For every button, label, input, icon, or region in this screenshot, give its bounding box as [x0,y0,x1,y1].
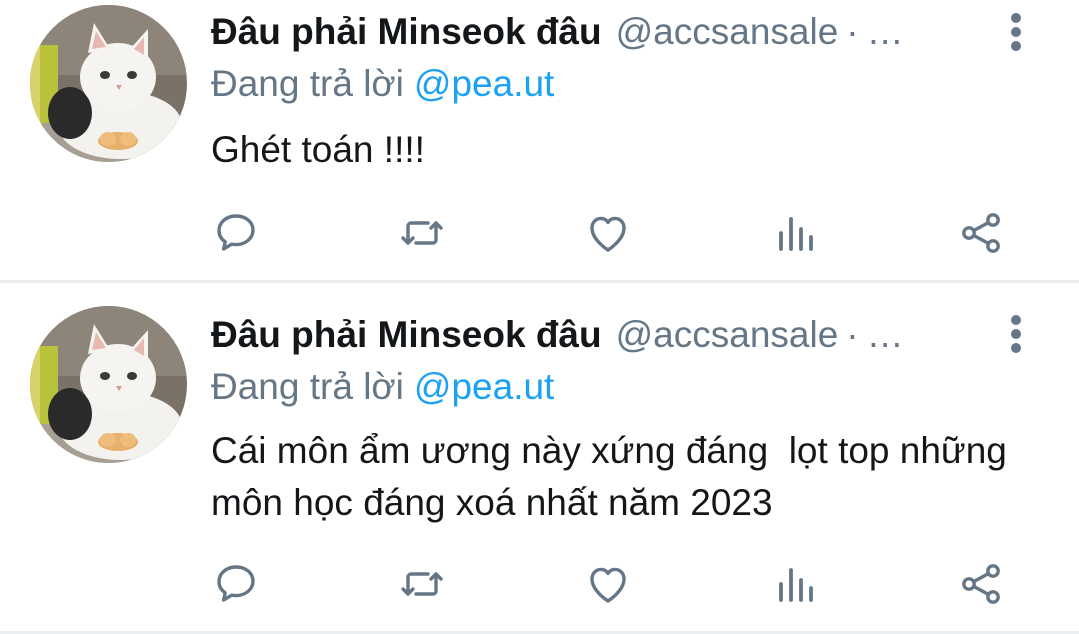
truncation-ellipsis: … [866,11,904,52]
views-button[interactable] [765,203,825,263]
like-button[interactable] [578,554,638,614]
tweet-actions [0,554,1079,614]
display-name[interactable]: Đâu phải Minseok đâu [211,314,602,355]
retweet-button[interactable] [392,203,452,263]
more-options-button[interactable] [1000,310,1032,358]
share-button[interactable] [951,554,1011,614]
replying-to: Đang trả lời @pea.ut [211,62,554,106]
tweet-text: Ghét toán !!!! [211,129,425,170]
speech-bubble-icon [217,565,255,602]
tweet-text: Cái môn ẩm ương này xứng đáng lọt top nh… [211,430,1018,523]
tweet-header: Đâu phải Minseok đâu @accsansale ·… [211,313,981,357]
display-name[interactable]: Đâu phải Minseok đâu [211,11,602,52]
avatar[interactable] [30,306,187,463]
reply-button[interactable] [206,203,266,263]
bar-chart-icon [779,217,813,251]
vertical-dots-icon [1011,13,1021,23]
heart-icon [590,216,626,252]
tweet-card[interactable]: Đâu phải Minseok đâu @accsansale ·… Đang t… [0,283,1079,632]
share-nodes-icon [962,213,1000,253]
user-handle[interactable]: @accsansale [616,314,839,355]
reply-to-link[interactable]: @pea.ut [414,366,554,407]
separator-dot: · [846,11,859,52]
more-options-button[interactable] [1000,8,1032,56]
reply-to-link[interactable]: @pea.ut [414,63,554,104]
tweet-card[interactable]: Đâu phải Minseok đâu @accsansale ·… Đang t… [0,0,1079,280]
tweet-actions [0,203,1079,263]
share-nodes-icon [962,564,1000,604]
tweet-timeline: Đâu phải Minseok đâu @accsansale ·… Đang t… [0,0,1079,634]
separator-dot: · [846,314,859,355]
cat-avatar-image [30,306,187,463]
cat-avatar-image [30,5,187,162]
user-handle[interactable]: @accsansale [616,11,839,52]
views-button[interactable] [765,554,825,614]
speech-bubble-icon [217,214,255,251]
tweet-header: Đâu phải Minseok đâu @accsansale ·… [211,10,981,54]
share-button[interactable] [951,203,1011,263]
avatar[interactable] [30,5,187,162]
replying-to: Đang trả lời @pea.ut [211,365,554,409]
like-button[interactable] [578,203,638,263]
retweet-arrows-icon [401,221,443,245]
retweet-button[interactable] [392,554,452,614]
heart-icon [590,567,626,603]
truncation-ellipsis: … [866,314,904,355]
reply-prefix: Đang trả lời [211,366,404,407]
reply-button[interactable] [206,554,266,614]
vertical-dots-icon [1011,315,1021,325]
retweet-arrows-icon [401,572,443,596]
bar-chart-icon [779,568,813,602]
reply-prefix: Đang trả lời [211,63,404,104]
